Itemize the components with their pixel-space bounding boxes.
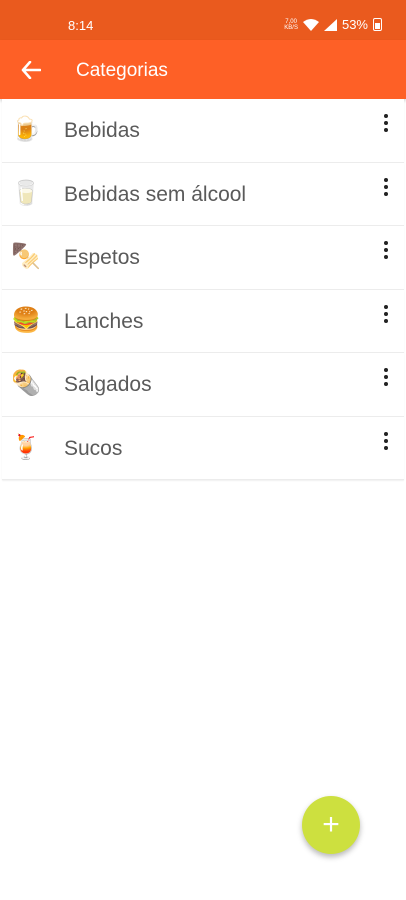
category-list: 🍺 Bebidas 🥛 Bebidas sem álcool 🍢 Espetos… [0, 99, 406, 480]
back-button[interactable] [14, 53, 48, 87]
category-label: Sucos [64, 436, 123, 460]
hamburger-icon: 🍔 [11, 306, 41, 334]
battery-percent: 53% [341, 17, 368, 32]
status-time: 8:14 [68, 18, 94, 33]
category-item-bebidas[interactable]: 🍺 Bebidas [2, 99, 404, 163]
category-label: Espetos [64, 246, 140, 269]
more-options-button[interactable] [374, 173, 398, 201]
add-category-button[interactable]: + [302, 796, 360, 854]
battery-icon [373, 18, 382, 31]
status-bar: 8:14 7,00 KB/S 53% [0, 0, 406, 40]
wifi-icon [302, 18, 319, 31]
category-item-sucos[interactable]: 🍹 Sucos [2, 416, 404, 480]
status-icons: 7,00 KB/S 53% [284, 17, 382, 32]
signal-icon [323, 18, 337, 31]
more-options-button[interactable] [374, 427, 398, 455]
category-label: Lanches [64, 309, 144, 333]
skewer-icon: 🍢 [11, 243, 41, 270]
category-item-espetos[interactable]: 🍢 Espetos [2, 226, 404, 290]
arrow-left-icon [21, 61, 41, 79]
beer-mug-icon: 🍺 [11, 116, 41, 143]
category-item-lanches[interactable]: 🍔 Lanches [2, 289, 404, 353]
category-item-salgados[interactable]: 🌯 Salgados [2, 353, 404, 417]
category-label: Bebidas [64, 119, 140, 142]
category-item-bebidas-sem-alcool[interactable]: 🥛 Bebidas sem álcool [2, 162, 404, 226]
more-options-button[interactable] [374, 363, 398, 391]
page-title: Categorias [76, 60, 168, 81]
plus-icon: + [322, 808, 340, 841]
burrito-icon: 🌯 [11, 370, 41, 397]
more-options-button[interactable] [374, 236, 398, 264]
app-bar: Categorias [0, 40, 406, 99]
category-label: Bebidas sem álcool [64, 182, 247, 206]
more-options-button[interactable] [374, 300, 398, 328]
network-speed-value: 7,00 [285, 18, 297, 25]
glass-icon: 🥛 [11, 179, 41, 207]
more-options-button[interactable] [374, 109, 398, 137]
tropical-drink-icon: 🍹 [11, 433, 41, 461]
category-label: Salgados [64, 373, 152, 396]
network-speed: 7,00 KB/S [284, 19, 298, 31]
network-speed-unit: KB/S [284, 24, 298, 31]
